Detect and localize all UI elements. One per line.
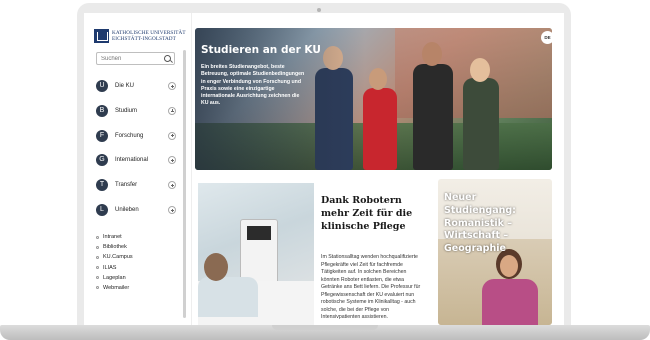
camera-icon: [317, 8, 321, 12]
article-teaser: Im Stationsalltag wenden hochqualifizier…: [321, 254, 421, 320]
main-navigation: U Die KU B Studium F Forschung G Interna…: [96, 80, 176, 229]
people-icon: L: [96, 203, 108, 216]
hero-title: Studieren an der KU: [201, 44, 321, 56]
search-input[interactable]: [97, 55, 163, 62]
logo-text: KATHOLISCHE UNIVERSITÄT EICHSTÄTT-INGOLS…: [112, 30, 186, 42]
university-logo[interactable]: KATHOLISCHE UNIVERSITÄT EICHSTÄTT-INGOLS…: [94, 29, 190, 43]
expand-plus-icon[interactable]: [168, 181, 176, 190]
microscope-icon: F: [96, 129, 108, 142]
bullet-icon: [96, 245, 99, 249]
link-label: Webmailer: [103, 284, 130, 291]
expand-plus-icon[interactable]: [168, 205, 176, 214]
link-lageplan[interactable]: Lageplan: [96, 274, 176, 282]
nav-item-studium[interactable]: B Studium: [96, 104, 176, 117]
nav-item-unileben[interactable]: L Unileben: [96, 203, 176, 216]
promo-person-face: [500, 255, 518, 277]
patient-head: [204, 253, 228, 281]
search-icon[interactable]: [164, 55, 171, 62]
search-box: [96, 52, 175, 65]
language-switch[interactable]: DE: [541, 31, 554, 44]
link-intranet[interactable]: Intranet: [96, 233, 176, 241]
nav-item-die-ku[interactable]: U Die KU: [96, 80, 176, 92]
patient-body: [198, 277, 258, 317]
expand-plus-icon[interactable]: [168, 82, 176, 90]
nav-label: Forschung: [115, 132, 144, 139]
link-label: ILIAS: [103, 264, 117, 271]
student-figure: [363, 88, 397, 170]
promo-person-body: [482, 279, 538, 325]
expand-plus-icon[interactable]: [168, 106, 176, 115]
link-label: Bibliothek: [103, 244, 127, 251]
promo-title[interactable]: Neuer Studiengang: Romanistik – Wirtscha…: [444, 192, 548, 256]
link-label: Lageplan: [103, 274, 126, 281]
nav-label: Unileben: [115, 206, 139, 213]
bullet-icon: [96, 235, 99, 239]
nav-label: Studium: [115, 107, 138, 114]
article-image: [198, 183, 314, 325]
hero-description: Ein breites Studienangebot, beste Betreu…: [201, 64, 305, 107]
expand-plus-icon[interactable]: [168, 131, 176, 140]
student-figure: [463, 78, 499, 170]
article-title[interactable]: Dank Robotern mehr Zeit für die klinisch…: [321, 194, 431, 233]
hero-banner[interactable]: Studieren an der KU Ein breites Studiena…: [195, 28, 552, 170]
nav-label: International: [115, 157, 149, 164]
laptop-notch: [272, 325, 378, 330]
link-ku-campus[interactable]: KU.Campus: [96, 253, 176, 261]
student-head: [470, 58, 490, 82]
link-ilias[interactable]: ILIAS: [96, 264, 176, 272]
nav-label: Die KU: [115, 83, 135, 89]
link-bibliothek[interactable]: Bibliothek: [96, 243, 176, 251]
robot-screen: [247, 226, 271, 240]
expand-plus-icon[interactable]: [168, 156, 176, 165]
bullet-icon: [96, 276, 99, 280]
news-article-card[interactable]: Dank Robotern mehr Zeit für die klinisch…: [195, 179, 431, 325]
nav-item-transfer[interactable]: T Transfer: [96, 179, 176, 192]
university-icon: U: [96, 80, 108, 92]
quick-links: Intranet Bibliothek KU.Campus ILIAS Lage…: [96, 233, 176, 294]
nav-item-international[interactable]: G International: [96, 154, 176, 167]
nav-label: Transfer: [115, 182, 138, 189]
promo-card[interactable]: Neuer Studiengang: Romanistik – Wirtscha…: [438, 179, 552, 325]
globe-icon: G: [96, 154, 108, 167]
link-label: KU.Campus: [103, 254, 133, 261]
link-label: Intranet: [103, 234, 122, 240]
sidebar-scrollbar[interactable]: [183, 50, 186, 318]
book-icon: B: [96, 104, 108, 117]
student-head: [369, 68, 387, 90]
bullet-icon: [96, 286, 99, 290]
university-seal-icon: [94, 29, 109, 43]
link-webmailer[interactable]: Webmailer: [96, 284, 176, 292]
screen: KATHOLISCHE UNIVERSITÄT EICHSTÄTT-INGOLS…: [84, 13, 564, 325]
nav-item-forschung[interactable]: F Forschung: [96, 129, 176, 142]
student-head: [422, 42, 442, 66]
student-figure: [413, 64, 453, 170]
transfer-icon: T: [96, 179, 108, 192]
bullet-icon: [96, 266, 99, 270]
sidebar: KATHOLISCHE UNIVERSITÄT EICHSTÄTT-INGOLS…: [84, 13, 192, 325]
logo-line-2: EICHSTÄTT-INGOLSTADT: [112, 36, 176, 42]
bullet-icon: [96, 255, 99, 259]
